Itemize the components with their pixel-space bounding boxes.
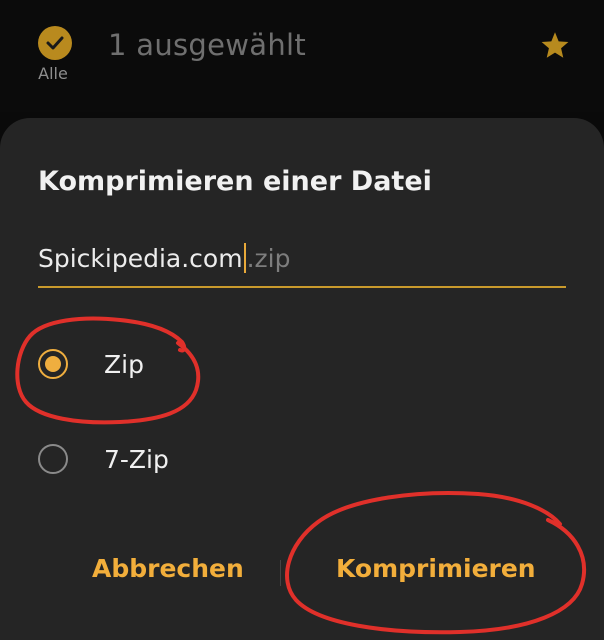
text-caret [243, 243, 246, 273]
check-circle-icon[interactable] [38, 26, 72, 60]
filename-value: Spickipedia.com [38, 244, 243, 273]
cancel-button[interactable]: Abbrechen [92, 554, 244, 583]
option-zip[interactable]: Zip [38, 339, 538, 389]
button-divider [280, 560, 281, 586]
selected-count: 1 ausgewählt [108, 28, 307, 62]
option-7zip-label: 7-Zip [104, 444, 169, 474]
selection-toolbar: Alle 1 ausgewählt [0, 0, 604, 112]
option-zip-label: Zip [104, 349, 144, 379]
select-all-control[interactable]: Alle [36, 26, 74, 83]
filename-extension: .zip [246, 244, 291, 273]
radio-7zip[interactable] [38, 444, 68, 474]
compress-button[interactable]: Komprimieren [336, 554, 536, 583]
option-7zip[interactable]: 7-Zip [38, 434, 538, 484]
screen: Alle 1 ausgewählt Komprimieren einer Dat… [0, 0, 604, 640]
compress-dialog: Komprimieren einer Datei Spickipedia.com… [0, 118, 604, 640]
select-all-label: Alle [38, 64, 68, 83]
radio-selected-dot [45, 356, 61, 372]
filename-input[interactable]: Spickipedia.com .zip [38, 240, 566, 288]
dialog-title: Komprimieren einer Datei [38, 166, 432, 197]
radio-zip[interactable] [38, 349, 68, 379]
star-icon[interactable] [540, 31, 570, 63]
